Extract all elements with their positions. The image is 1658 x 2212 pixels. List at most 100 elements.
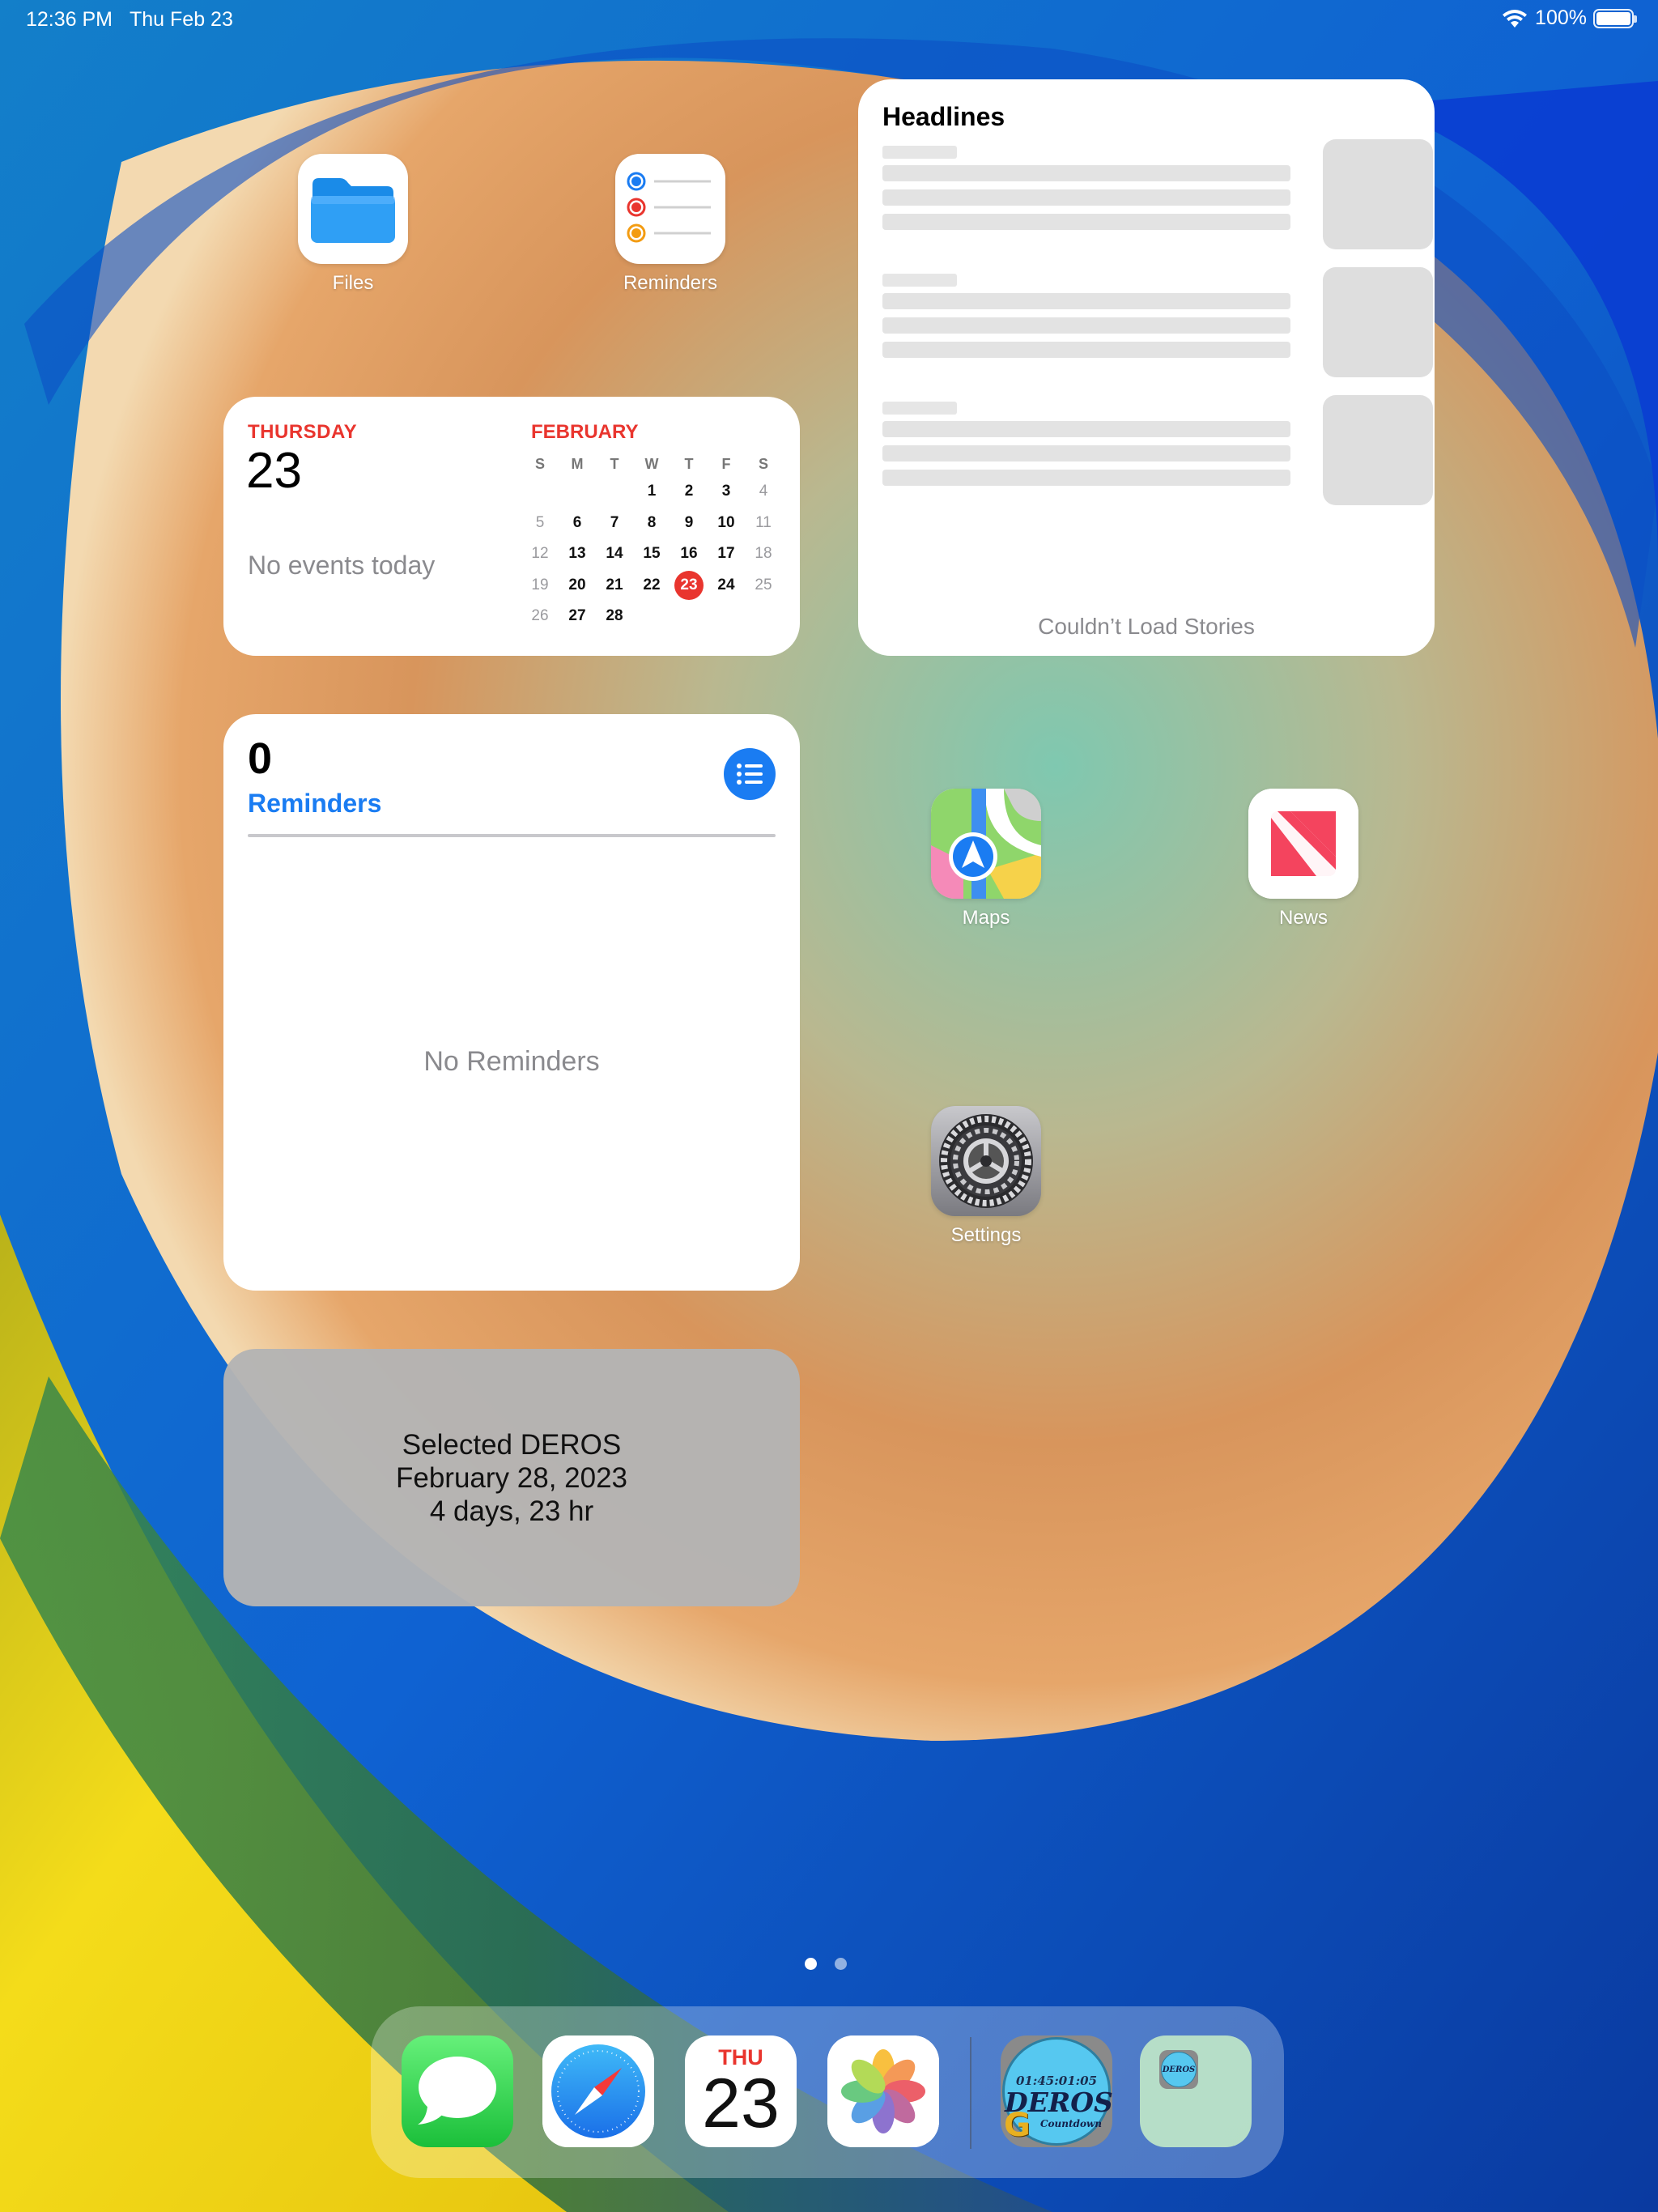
calendar-icon[interactable]: THU 23	[685, 2035, 797, 2147]
calendar-weekday-row: S M T W T F S	[521, 452, 782, 476]
gear-icon[interactable]	[931, 1106, 1041, 1216]
calendar-date: 12	[531, 545, 549, 563]
calendar-date: 2	[684, 483, 694, 500]
app-label-reminders: Reminders	[623, 272, 718, 294]
calendar-date: 19	[531, 576, 549, 593]
calendar-date: 7	[610, 513, 619, 531]
deros-widget-text: Selected DEROS February 28, 2023 4 days,…	[223, 1428, 800, 1528]
folder-mini-app-icon: DEROS	[1159, 2050, 1198, 2089]
app-label-settings: Settings	[950, 1224, 1022, 1246]
deros-remaining: 4 days, 23 hr	[429, 1495, 594, 1527]
list-icon	[737, 764, 763, 785]
battery-icon	[1593, 8, 1637, 28]
reminders-widget-title: Reminders	[248, 789, 382, 818]
safari-icon[interactable]	[542, 2035, 654, 2147]
reminders-empty-message: No Reminders	[423, 1046, 600, 1077]
calendar-week-row: 12 13 14 15 16 17 18	[521, 538, 782, 570]
messages-icon[interactable]	[402, 2035, 513, 2147]
calendar-date: 11	[755, 513, 772, 531]
app-label-files: Files	[332, 272, 374, 294]
status-bar: 12:36 PM Thu Feb 23 100%	[0, 0, 1658, 39]
app-settings[interactable]: Settings	[931, 1106, 1041, 1247]
calendar-date: 16	[680, 545, 698, 563]
news-thumbnail-placeholder	[1323, 139, 1433, 249]
weekday-label: T	[610, 455, 619, 472]
page-dot-2[interactable]	[835, 1958, 847, 1970]
maps-icon[interactable]	[931, 789, 1041, 899]
calendar-month: FEBRUARY	[531, 421, 639, 443]
calendar-week-row: 26 27 28	[521, 601, 782, 632]
calendar-date: 4	[759, 483, 768, 500]
calendar-date: 27	[568, 607, 586, 625]
deros-date: February 28, 2023	[395, 1462, 627, 1494]
calendar-date: 1	[647, 483, 657, 500]
calendar-date: 22	[643, 576, 661, 593]
news-icon[interactable]	[1248, 789, 1358, 899]
calendar-date: 13	[568, 545, 586, 563]
calendar-month-grid: S M T W T F S 1 2 3 4 5 6 7 8 9 10 11 12	[521, 452, 782, 632]
app-label-news: News	[1278, 907, 1328, 929]
calendar-date: 9	[684, 513, 694, 531]
files-icon[interactable]	[298, 154, 408, 264]
page-dot-1[interactable]	[805, 1958, 817, 1970]
weekday-label: S	[758, 455, 768, 472]
calendar-date: 15	[643, 545, 661, 563]
news-placeholder-item	[882, 395, 1433, 505]
news-error-message: Couldn’t Load Stories	[1038, 614, 1255, 639]
calendar-no-events: No events today	[248, 551, 436, 580]
photos-icon[interactable]	[827, 2035, 939, 2147]
calendar-date: 5	[535, 513, 545, 531]
app-label-maps: Maps	[962, 907, 1010, 929]
weekday-label: T	[684, 455, 694, 472]
reminders-icon[interactable]	[615, 154, 725, 264]
app-reminders[interactable]: Reminders	[615, 154, 725, 295]
news-thumbnail-placeholder	[1323, 395, 1433, 505]
calendar-date: 18	[755, 545, 772, 563]
calendar-widget[interactable]: THURSDAY 23 No events today FEBRUARY S M…	[223, 397, 800, 656]
dock-separator	[970, 2037, 971, 2149]
news-widget[interactable]: Headlines Couldn’t Load Stories	[858, 79, 1435, 656]
today-marker: 23	[674, 570, 704, 600]
weekday-label: W	[644, 455, 659, 472]
wifi-icon	[1503, 9, 1528, 28]
reminders-list-button[interactable]	[724, 748, 776, 800]
calendar-date: 10	[717, 513, 735, 531]
calendar-date: 28	[606, 607, 623, 625]
weekday-label: F	[721, 455, 731, 472]
deros-icon-sub: Countdown	[1040, 2118, 1102, 2129]
calendar-date: 8	[647, 513, 657, 531]
status-indicators: 100%	[1501, 6, 1637, 30]
status-date: Thu Feb 23	[130, 8, 233, 31]
reminders-divider	[248, 834, 776, 837]
dock-calendar-date: 23	[702, 2065, 780, 2142]
calendar-week-row: 1 2 3 4	[521, 476, 782, 508]
deros-selected-label: Selected DEROS	[402, 1429, 622, 1461]
reminders-widget[interactable]: 0 Reminders No Reminders	[223, 714, 800, 1291]
news-headlines-title: Headlines	[882, 102, 1005, 131]
deros-icon-letter: G	[1004, 2107, 1031, 2144]
deros-countdown-icon[interactable]: 01:45:01:05 DEROS Countdown G	[1001, 2035, 1112, 2147]
calendar-date: 24	[717, 576, 735, 593]
news-thumbnail-placeholder	[1323, 267, 1433, 377]
calendar-date: 21	[606, 576, 623, 593]
app-files[interactable]: Files	[298, 154, 408, 295]
page-indicator[interactable]	[805, 1958, 847, 1970]
folder-icon[interactable]: DEROS	[1140, 2035, 1252, 2147]
calendar-date: 17	[717, 545, 735, 563]
battery-percent: 100%	[1535, 6, 1587, 29]
app-news[interactable]: News	[1248, 789, 1358, 929]
weekday-label: M	[571, 455, 584, 472]
calendar-date: 6	[572, 513, 582, 531]
app-maps[interactable]: Maps	[931, 789, 1041, 929]
news-placeholder-item	[882, 267, 1433, 377]
calendar-date: 20	[568, 576, 586, 593]
dock: THU 23 01:45:01:05 DEROS Countdown G DER…	[371, 2006, 1284, 2178]
status-time: 12:36 PM	[26, 8, 113, 31]
calendar-week-row: 19 20 21 22 23 24 25	[521, 570, 782, 602]
calendar-day-number: 23	[246, 443, 302, 499]
weekday-label: S	[534, 455, 545, 472]
news-placeholder-item	[882, 139, 1433, 249]
folder-mini-label: DEROS	[1161, 2052, 1197, 2087]
deros-widget[interactable]: Selected DEROS February 28, 2023 4 days,…	[223, 1349, 800, 1606]
calendar-date-today: 23	[670, 570, 708, 600]
